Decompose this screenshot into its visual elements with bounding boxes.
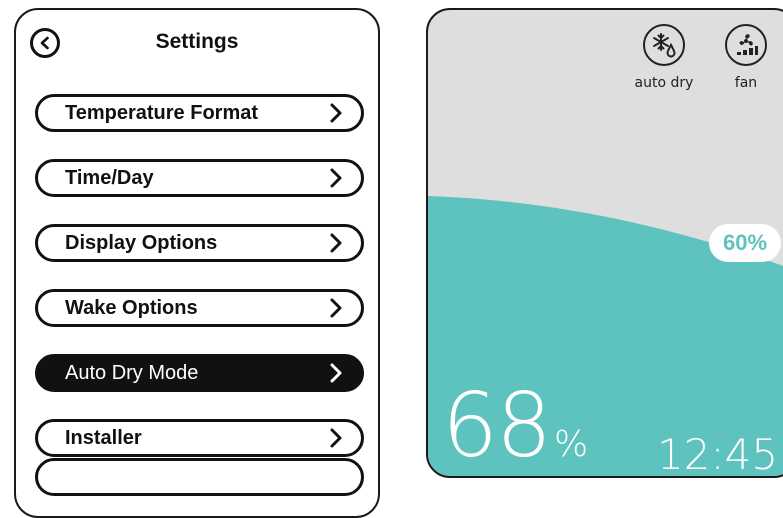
chevron-right-icon [330,103,342,123]
humidity-unit: % [553,424,589,465]
chevron-right-icon [330,168,342,188]
chevron-right-icon [330,363,342,383]
setpoint-badge[interactable]: 60% [709,224,781,262]
humidity-readout: 68% [442,382,588,470]
clock-time: 12:45 [657,430,779,478]
fan-button[interactable] [725,24,767,66]
menu-item-display-options[interactable]: Display Options [35,224,364,262]
menu-item-installer[interactable]: Installer [35,419,364,457]
thermostat-screen: auto dry fan 60% 68% 12:45 [426,8,783,478]
menu-item-auto-dry-mode[interactable]: Auto Dry Mode [35,354,364,392]
chevron-right-icon [330,233,342,253]
menu-item-label: Wake Options [65,296,198,319]
menu-item-temperature-format[interactable]: Temperature Format [35,94,364,132]
settings-screen: Settings Temperature Format Time/Day Dis… [14,8,380,518]
menu-item-label: Temperature Format [65,101,259,124]
menu-item-label: Time/Day [65,166,154,189]
menu-item-time-day[interactable]: Time/Day [35,159,364,197]
mode-label-auto-dry: auto dry [634,75,694,91]
snowflake-drop-icon [653,33,676,58]
menu-item-wake-options[interactable]: Wake Options [35,289,364,327]
menu-item-partial[interactable] [35,458,364,496]
auto-dry-button[interactable] [643,24,685,66]
chevron-right-icon [330,298,342,318]
fan-icon [737,34,758,55]
menu-item-label: Installer [65,426,142,449]
menu-item-label: Auto Dry Mode [65,361,199,384]
humidity-value: 68 [442,374,552,477]
menu-item-label: Display Options [65,231,218,254]
chevron-right-icon [330,428,342,448]
page-title: Settings [155,30,239,53]
mode-label-fan: fan [734,75,758,91]
